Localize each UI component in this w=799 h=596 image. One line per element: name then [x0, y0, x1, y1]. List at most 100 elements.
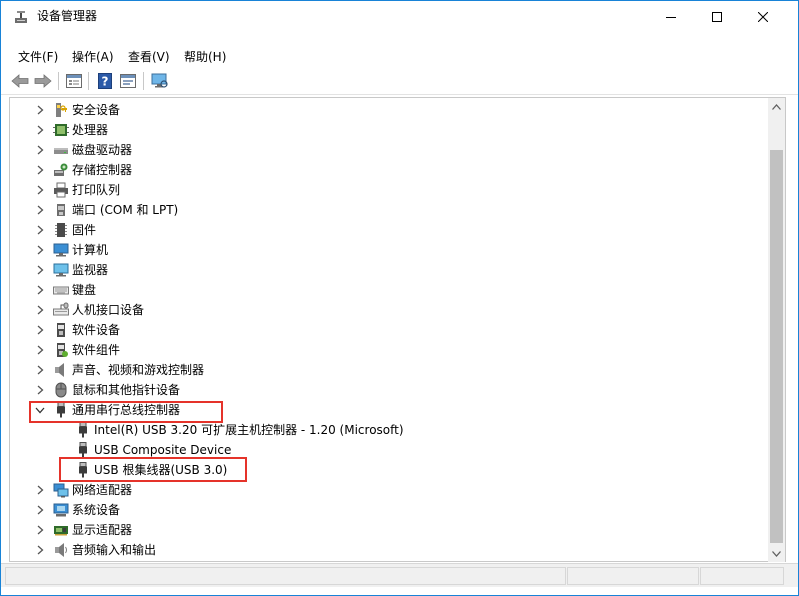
- tree-category[interactable]: 软件设备: [10, 320, 770, 340]
- chevron-right-icon[interactable]: [34, 164, 46, 176]
- tree-category[interactable]: 鼠标和其他指针设备: [10, 380, 770, 400]
- back-button[interactable]: [11, 72, 29, 90]
- tree-item-label: 软件组件: [72, 343, 121, 357]
- update-driver-icon: [120, 74, 136, 88]
- tree-item-label: 固件: [72, 223, 97, 237]
- tree-item-label: 监视器: [72, 263, 109, 277]
- status-bar: [1, 563, 798, 587]
- menu-bar: 文件(F) 操作(A) 查看(V) 帮助(H): [1, 45, 798, 67]
- port-icon: [57, 204, 65, 216]
- disk-drive-icon: [54, 148, 68, 154]
- status-cell-3: [700, 567, 784, 585]
- scroll-up-button[interactable]: [768, 98, 785, 115]
- printer-icon: [54, 182, 68, 198]
- tree-category[interactable]: 网络适配器: [10, 480, 770, 500]
- device-manager-window: 设备管理器 文件(F) 操作(A) 查看(V) 帮助(H) ? 安全设备 处理器…: [0, 0, 799, 596]
- tree-category[interactable]: 声音、视频和游戏控制器: [10, 360, 770, 380]
- tree-item-label: 显示适配器: [72, 523, 133, 537]
- tree-device[interactable]: Intel(R) USB 3.20 可扩展主机控制器 - 1.20 (Micro…: [10, 420, 770, 440]
- chevron-right-icon[interactable]: [34, 124, 46, 136]
- chevron-right-icon[interactable]: [34, 264, 46, 276]
- vertical-scrollbar[interactable]: [768, 98, 785, 562]
- chevron-right-icon[interactable]: [34, 224, 46, 236]
- tree-item-label: 打印队列: [72, 183, 121, 197]
- device-tree[interactable]: 安全设备处理器磁盘驱动器存储控制器打印队列端口 (COM 和 LPT) 固件计算机…: [9, 97, 786, 562]
- tree-item-label: 安全设备: [72, 103, 121, 117]
- tree-category[interactable]: 键盘: [10, 280, 770, 300]
- toolbar-separator: [143, 72, 144, 90]
- minimize-button[interactable]: [648, 1, 694, 32]
- update-driver-button[interactable]: [119, 72, 137, 90]
- tree-category[interactable]: 计算机: [10, 240, 770, 260]
- chevron-right-icon[interactable]: [34, 204, 46, 216]
- chevron-right-icon[interactable]: [34, 384, 46, 396]
- scrollbar-thumb[interactable]: [770, 150, 783, 543]
- chevron-right-icon[interactable]: [34, 484, 46, 496]
- tree-category[interactable]: 安全设备: [10, 100, 770, 120]
- forward-button[interactable]: [34, 72, 52, 90]
- window-title: 设备管理器: [37, 9, 98, 23]
- tree-item-label: 人机接口设备: [72, 303, 145, 317]
- chevron-right-icon[interactable]: [34, 144, 46, 156]
- tree-category[interactable]: 端口 (COM 和 LPT): [10, 200, 770, 220]
- chevron-right-icon[interactable]: [34, 324, 46, 336]
- scan-hardware-icon: [151, 73, 168, 88]
- tree-category[interactable]: 人机接口设备: [10, 300, 770, 320]
- close-button[interactable]: [740, 1, 786, 32]
- chevron-up-icon: [772, 103, 781, 110]
- tree-category[interactable]: 音频输入和输出: [10, 540, 770, 560]
- tree-item-label: 网络适配器: [72, 483, 133, 497]
- processor-icon: [53, 124, 69, 136]
- tree-item-label: 系统设备: [72, 503, 121, 517]
- tree-item-label: 端口 (COM 和 LPT): [72, 203, 179, 217]
- mouse-icon: [55, 382, 67, 398]
- computer-icon: [53, 243, 69, 257]
- scan-hardware-button[interactable]: [151, 72, 169, 90]
- tree-category[interactable]: 打印队列: [10, 180, 770, 200]
- minimize-icon: [666, 16, 676, 18]
- usb-device-icon: [79, 422, 87, 438]
- tree-category[interactable]: 监视器: [10, 260, 770, 280]
- close-icon: [758, 11, 768, 22]
- system-device-icon: [53, 503, 69, 517]
- chevron-right-icon[interactable]: [34, 504, 46, 516]
- tree-category[interactable]: 磁盘驱动器: [10, 140, 770, 160]
- menu-view[interactable]: 查看(V): [128, 49, 170, 65]
- tree-category[interactable]: 系统设备: [10, 500, 770, 520]
- help-button[interactable]: ?: [96, 72, 114, 90]
- properties-icon: [66, 74, 82, 88]
- audio-io-icon: [55, 543, 67, 557]
- scroll-down-button[interactable]: [768, 545, 785, 562]
- tree-category[interactable]: 处理器: [10, 120, 770, 140]
- maximize-button[interactable]: [694, 1, 740, 32]
- tree-item-label: 软件设备: [72, 323, 121, 337]
- title-bar[interactable]: 设备管理器: [1, 1, 798, 32]
- firmware-icon: [55, 223, 67, 237]
- keyboard-icon: [53, 286, 69, 295]
- chevron-right-icon[interactable]: [34, 284, 46, 296]
- chevron-right-icon[interactable]: [34, 244, 46, 256]
- highlight-usb-root-hub: [59, 457, 247, 482]
- tree-category[interactable]: 显示适配器: [10, 520, 770, 540]
- help-icon: ?: [98, 73, 112, 89]
- tree-item-label: 存储控制器: [72, 163, 133, 177]
- toolbar: ?: [1, 67, 798, 95]
- chevron-right-icon[interactable]: [34, 344, 46, 356]
- software-component-icon: [57, 343, 68, 357]
- chevron-right-icon[interactable]: [34, 364, 46, 376]
- tree-item-label: 处理器: [72, 123, 109, 137]
- menu-help[interactable]: 帮助(H): [184, 49, 226, 65]
- tree-category[interactable]: 软件组件: [10, 340, 770, 360]
- chevron-right-icon[interactable]: [34, 304, 46, 316]
- menu-file[interactable]: 文件(F): [18, 49, 58, 65]
- chevron-right-icon[interactable]: [34, 104, 46, 116]
- menu-action[interactable]: 操作(A): [72, 49, 114, 65]
- tree-category[interactable]: 固件: [10, 220, 770, 240]
- chevron-right-icon[interactable]: [34, 184, 46, 196]
- chevron-right-icon[interactable]: [34, 524, 46, 536]
- chevron-right-icon[interactable]: [34, 544, 46, 556]
- forward-arrow-icon: [34, 74, 52, 88]
- tree-category[interactable]: 存储控制器: [10, 160, 770, 180]
- properties-button[interactable]: [65, 72, 83, 90]
- highlight-usb-controllers: [29, 401, 223, 423]
